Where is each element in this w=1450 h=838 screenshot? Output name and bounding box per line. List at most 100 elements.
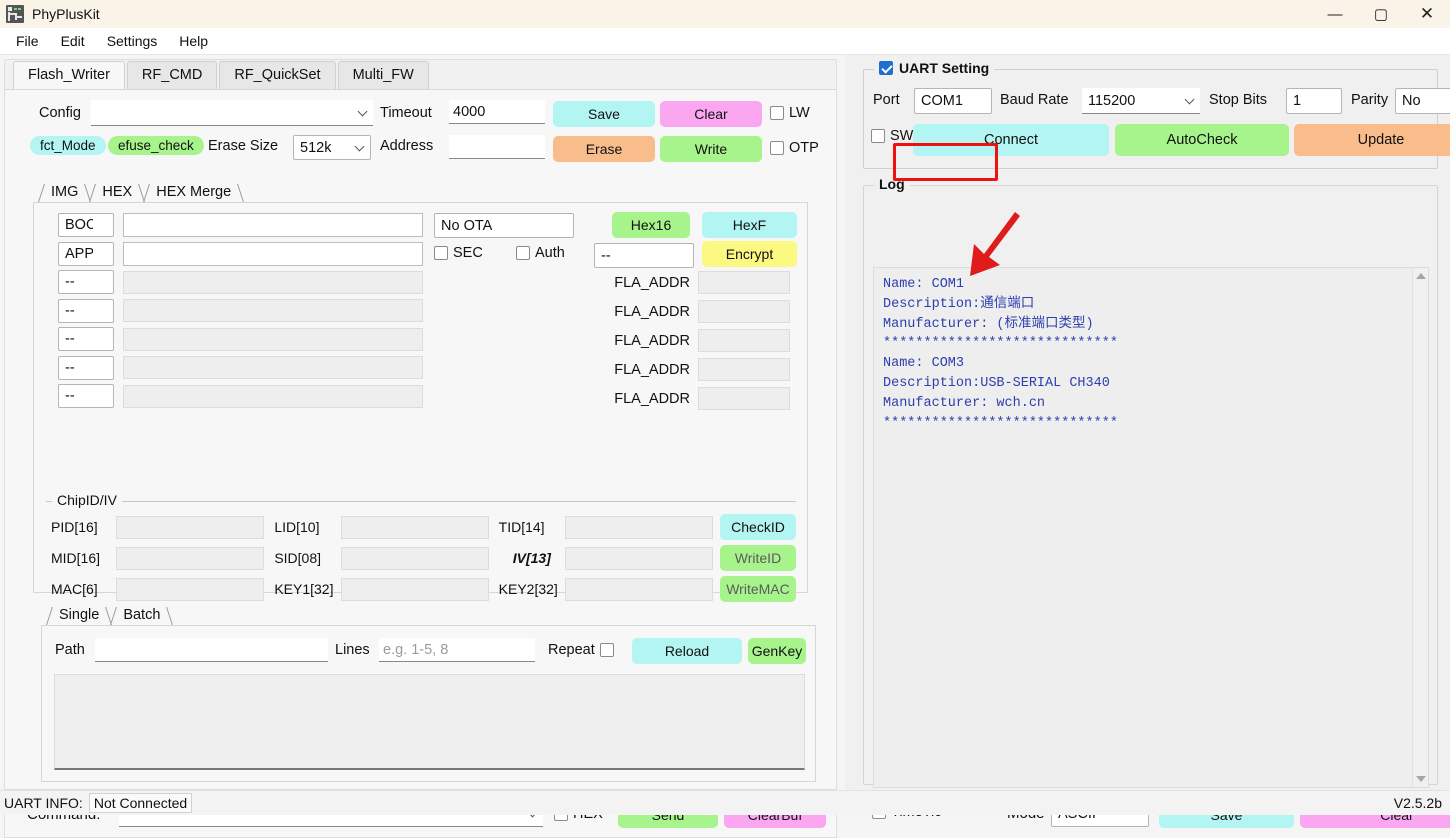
batch-list[interactable] [54, 674, 805, 770]
merge-path-6[interactable] [123, 384, 423, 408]
pid-input[interactable] [116, 515, 265, 539]
ota-select-value: No OTA [441, 217, 493, 234]
encrypt-button[interactable]: Encrypt [702, 241, 797, 267]
fla-addr-input-4[interactable] [698, 387, 790, 410]
path-input[interactable] [95, 638, 328, 662]
address-input[interactable] [449, 135, 545, 159]
tab-multi-fw[interactable]: Multi_FW [337, 61, 429, 89]
tab-single[interactable]: Single [47, 606, 111, 625]
merge-select-5[interactable]: -- [58, 355, 114, 380]
write-button[interactable]: Write [660, 136, 762, 162]
merge-select-1[interactable]: APP [58, 241, 114, 266]
parity-label: Parity [1351, 92, 1389, 108]
path-label: Path [55, 642, 85, 658]
update-button[interactable]: Update [1294, 124, 1450, 156]
auth-label: Auth [535, 245, 565, 261]
writeid-button[interactable]: WriteID [719, 545, 797, 571]
uart-info-value: Not Connected [88, 793, 193, 813]
erase-button[interactable]: Erase [553, 136, 655, 162]
fla-addr-input-1[interactable] [698, 300, 790, 323]
scroll-down-icon[interactable] [1416, 776, 1426, 782]
menu-item-help[interactable]: Help [169, 30, 218, 52]
sec-checkbox[interactable]: SEC [434, 245, 483, 261]
merge-select-4[interactable]: -- [58, 327, 114, 351]
genkey-button[interactable]: GenKey [748, 638, 806, 664]
chipid-group-title: ChipID/IV [52, 492, 122, 508]
key1-input[interactable] [340, 577, 489, 601]
mac-input[interactable] [116, 577, 265, 601]
update-label: Update [1357, 132, 1405, 148]
minimize-button[interactable]: — [1312, 0, 1358, 28]
timeout-input[interactable] [449, 100, 545, 124]
merge-row: APP [58, 241, 423, 266]
hex16-button[interactable]: Hex16 [612, 212, 690, 238]
maximize-button[interactable]: ▢ [1358, 0, 1404, 28]
merge-path-1[interactable] [123, 241, 423, 266]
parity-select[interactable]: No [1395, 88, 1450, 114]
tab-img[interactable]: IMG [39, 183, 90, 202]
uart-setting-checkbox[interactable] [879, 61, 893, 75]
swd-checkbox-box [871, 129, 885, 143]
key2-input[interactable] [564, 577, 713, 601]
scroll-up-icon[interactable] [1416, 273, 1426, 279]
checkid-button[interactable]: CheckID [719, 514, 797, 540]
clear-config-label: Clear [694, 106, 728, 122]
fla-addr-input-3[interactable] [698, 358, 790, 381]
merge-path-5[interactable] [123, 356, 423, 379]
erase-size-select[interactable]: 512k [293, 135, 371, 160]
hexf-button[interactable]: HexF [702, 212, 797, 238]
log-scrollbar[interactable] [1412, 268, 1428, 787]
sid-input[interactable] [340, 546, 489, 570]
stop-bits-select[interactable]: 1 [1286, 88, 1342, 114]
fct-mode-badge[interactable]: fct_Mode [30, 136, 106, 155]
merge-select-0[interactable]: BOOT [58, 213, 114, 237]
lid-input[interactable] [340, 515, 489, 539]
reload-button[interactable]: Reload [632, 638, 742, 664]
tab-batch[interactable]: Batch [111, 606, 172, 625]
fla-addr-input-0[interactable] [698, 271, 790, 294]
merge-select-2[interactable]: -- [58, 270, 114, 294]
autocheck-button[interactable]: AutoCheck [1115, 124, 1289, 156]
version-label: V2.5.2b [1393, 795, 1442, 811]
clear-config-button[interactable]: Clear [660, 101, 762, 127]
iv-input[interactable] [564, 546, 713, 570]
merge-select-6[interactable]: -- [58, 384, 114, 408]
tid-input[interactable] [564, 515, 713, 539]
merge-path-4[interactable] [123, 327, 423, 351]
menu-item-edit[interactable]: Edit [51, 30, 95, 52]
otp-checkbox[interactable]: OTP [770, 140, 819, 156]
baud-rate-select[interactable]: 115200 [1082, 88, 1200, 114]
merge-path-3[interactable] [123, 299, 423, 322]
tab-rf-cmd[interactable]: RF_CMD [126, 61, 218, 89]
port-select[interactable]: COM1 [914, 88, 992, 114]
chevron-down-icon [354, 141, 365, 151]
repeat-checkbox[interactable]: Repeat [548, 642, 614, 658]
merge-select-3[interactable]: -- [58, 298, 114, 323]
efuse-check-badge[interactable]: efuse_check [108, 136, 204, 155]
mid-input[interactable] [116, 546, 265, 570]
save-config-label: Save [588, 106, 620, 122]
fla-addr-input-2[interactable] [698, 329, 790, 352]
maximize-icon: ▢ [1373, 6, 1389, 23]
ota-select[interactable]: No OTA [434, 213, 574, 238]
tab-hex-merge[interactable]: HEX Merge [144, 183, 243, 202]
menu-item-settings[interactable]: Settings [97, 30, 168, 52]
auth-checkbox[interactable]: Auth [516, 245, 565, 261]
connect-button[interactable]: Connect [913, 124, 1109, 156]
tab-hex[interactable]: HEX [90, 183, 144, 202]
save-config-button[interactable]: Save [553, 101, 655, 127]
key-select[interactable]: -- [594, 243, 694, 268]
tab-rf-quickset[interactable]: RF_QuickSet [219, 61, 336, 89]
lw-checkbox[interactable]: LW [770, 105, 810, 121]
close-button[interactable]: ✕ [1404, 0, 1450, 28]
merge-path-2[interactable] [123, 270, 423, 294]
lines-input[interactable] [379, 638, 535, 662]
merge-path-0[interactable] [123, 213, 423, 237]
chevron-down-icon [1184, 94, 1195, 104]
tab-flash-writer[interactable]: Flash_Writer [13, 61, 125, 89]
merge-row: -- [58, 327, 423, 351]
config-select[interactable] [91, 100, 373, 126]
writemac-button[interactable]: WriteMAC [719, 576, 797, 602]
log-output[interactable]: Name: COM1 Description:通信端口 Manufacturer… [873, 267, 1429, 788]
menu-item-file[interactable]: File [6, 30, 49, 52]
